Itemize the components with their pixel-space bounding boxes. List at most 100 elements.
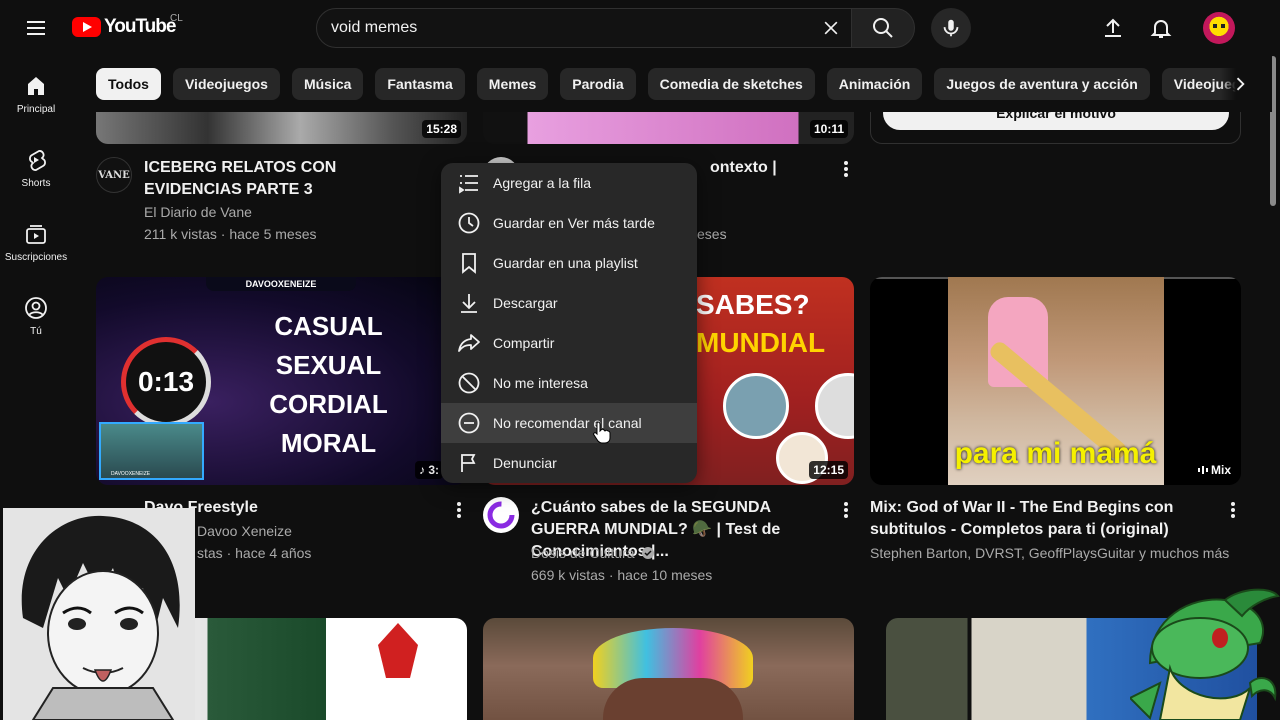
hamburger-menu-button[interactable] (18, 8, 54, 48)
chips-next-button[interactable] (1220, 64, 1260, 104)
chip-parody[interactable]: Parodia (560, 68, 636, 100)
upload-button[interactable] (1093, 8, 1133, 48)
chevron-right-icon (1236, 77, 1245, 91)
menu-item-dont-recommend-channel[interactable]: No recomendar el canal (441, 403, 697, 443)
video-thumbnail[interactable] (483, 618, 854, 720)
you-icon (25, 297, 47, 319)
more-vert-icon (1231, 502, 1235, 518)
country-code: CL (170, 13, 183, 24)
video-thumbnail[interactable]: DAVOOXENEIZE 0:13 CASUAL SEXUAL CORDIAL … (96, 277, 467, 485)
menu-item-share[interactable]: Compartir (441, 323, 697, 363)
pokemon-snivy-illustration (1128, 588, 1280, 720)
youtube-page: YouTube CL void memes Principal Shorts S… (0, 0, 1280, 720)
video-title[interactable]: ICEBERG RELATOS CON EVIDENCIAS PARTE 3 (144, 157, 434, 201)
chip-adventure-action-games[interactable]: Juegos de aventura y acción (934, 68, 1150, 100)
thumb-caption: para mi mamá (954, 437, 1157, 470)
menu-item-label: Denunciar (493, 455, 557, 471)
menu-item-add-to-queue[interactable]: Agregar a la fila (441, 163, 697, 203)
sidebar-item-you[interactable]: Tú (0, 278, 72, 352)
menu-item-save-playlist[interactable]: Guardar en una playlist (441, 243, 697, 283)
share-icon (458, 334, 480, 352)
thumb-timer: 0:13 (121, 337, 211, 427)
dosis-logo-icon (487, 501, 515, 529)
youtube-logo[interactable]: YouTube (72, 16, 176, 38)
more-vert-icon (844, 161, 848, 177)
thumb-text-line2: MUNDIAL (696, 327, 826, 358)
bell-icon (1150, 20, 1172, 38)
search-button[interactable] (851, 8, 915, 48)
menu-item-label: No me interesa (493, 375, 588, 391)
sidebar-item-home[interactable]: Principal (0, 56, 72, 130)
video-duration: 15:28 (422, 120, 461, 138)
menu-icon (27, 21, 45, 35)
menu-item-label: Compartir (493, 335, 555, 351)
filter-chips-bar: Todos Videojuegos Música Fantasma Memes … (96, 68, 1256, 100)
manga-face-illustration (3, 508, 195, 720)
thumb-line: CASUAL (274, 311, 383, 341)
chip-videogames[interactable]: Videojuegos (172, 68, 280, 100)
video-metadata: 211 k vistas · hace 5 meses (144, 226, 317, 242)
more-actions-button[interactable] (447, 498, 471, 522)
search-input[interactable]: void memes (331, 19, 811, 37)
thumb-character-hair (378, 623, 418, 678)
upload-icon (1105, 18, 1121, 37)
chip-all[interactable]: Todos (96, 68, 161, 100)
video-duration: 10:11 (809, 120, 848, 138)
sidebar-item-label: Shorts (21, 178, 51, 189)
microphone-icon (943, 19, 959, 37)
avatar-text: VANE (98, 169, 130, 181)
sidebar-item-label: Principal (16, 104, 56, 115)
channel-avatar[interactable]: VANE (96, 157, 132, 193)
menu-item-report[interactable]: Denunciar (441, 443, 697, 483)
home-icon (28, 77, 44, 95)
context-menu: Agregar a la fila Guardar en Ver más tar… (441, 163, 697, 483)
menu-item-label: No recomendar el canal (493, 415, 642, 431)
bookmark-icon (462, 253, 476, 274)
menu-item-not-interested[interactable]: No me interesa (441, 363, 697, 403)
chip-animation[interactable]: Animación (826, 68, 923, 100)
thumb-circle (815, 373, 854, 439)
notifications-button[interactable] (1141, 8, 1181, 48)
snivy-sticker (1128, 588, 1280, 720)
channel-name[interactable]: Davoo Xeneize (197, 520, 292, 542)
video-duration: ♪ 3: (414, 461, 443, 479)
mix-thumbnail[interactable]: para mi mamá Mix (870, 277, 1241, 485)
sidebar-item-subscriptions[interactable]: Suscripciones (0, 204, 72, 278)
channel-name[interactable]: El Diario de Vane (144, 201, 252, 223)
thumb-text-line1: SABES? (696, 289, 810, 320)
video-duration: 12:15 (809, 461, 848, 479)
account-avatar[interactable] (1203, 12, 1235, 44)
more-actions-button[interactable] (1221, 498, 1245, 522)
duration-text: 3: (428, 463, 439, 477)
video-metadata: stas · hace 4 años (197, 545, 312, 561)
thumb-line: MORAL (280, 428, 377, 458)
channel-name[interactable]: Dosis de Cultura (531, 545, 635, 561)
chip-memes[interactable]: Memes (476, 68, 549, 100)
channel-avatar[interactable] (483, 497, 519, 533)
clear-search-button[interactable] (811, 9, 851, 47)
video-title[interactable]: Mix: God of War II - The End Begins con … (870, 497, 1190, 541)
thumb-line: CORDIAL (269, 389, 388, 419)
search-box[interactable]: void memes (316, 8, 852, 48)
menu-item-download[interactable]: Descargar (441, 283, 697, 323)
minus-circle-icon (458, 412, 480, 434)
youtube-play-icon (72, 17, 101, 37)
shorts-icon (29, 150, 46, 171)
menu-item-watch-later[interactable]: Guardar en Ver más tarde (441, 203, 697, 243)
sidebar-item-shorts[interactable]: Shorts (0, 130, 72, 204)
channel-names[interactable]: Stephen Barton, DVRST, GeoffPlaysGuitar … (870, 542, 1229, 564)
more-actions-button[interactable] (834, 498, 858, 522)
logo-text: YouTube (104, 16, 176, 37)
chip-music[interactable]: Música (291, 68, 364, 100)
flag-icon (461, 454, 476, 472)
video-title[interactable]: ontexto | (710, 157, 777, 179)
mix-badge-text: Mix (1210, 463, 1231, 477)
masthead: YouTube CL void memes (0, 0, 1280, 56)
video-metadata: 669 k vistas · hace 10 meses (531, 567, 713, 583)
chip-sketch-comedy[interactable]: Comedia de sketches (647, 68, 815, 100)
more-actions-button[interactable] (834, 157, 858, 181)
voice-search-button[interactable] (931, 8, 971, 48)
clock-icon (458, 212, 480, 234)
chip-fantasma[interactable]: Fantasma (375, 68, 465, 100)
verified-icon (642, 547, 655, 559)
